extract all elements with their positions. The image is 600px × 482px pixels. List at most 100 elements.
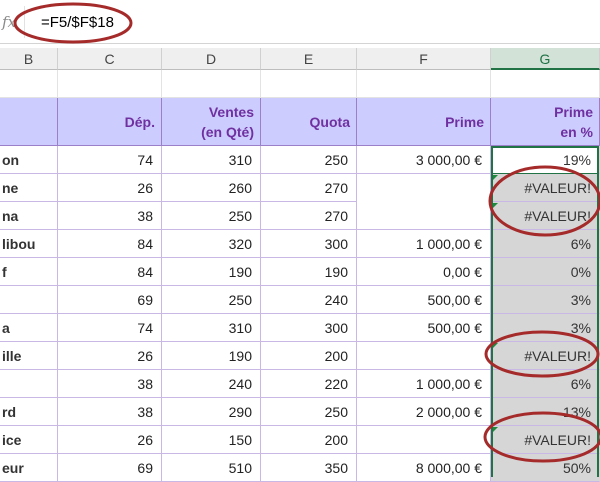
cell-name[interactable]: eur bbox=[0, 454, 58, 482]
cell-name[interactable]: on bbox=[0, 146, 58, 174]
cell-quota[interactable]: 250 bbox=[261, 398, 357, 426]
cell-quota[interactable]: 300 bbox=[261, 230, 357, 258]
cell-dep[interactable]: 26 bbox=[58, 174, 162, 202]
cell-quota[interactable]: 200 bbox=[261, 426, 357, 454]
cell-quota[interactable]: 220 bbox=[261, 370, 357, 398]
cell-name[interactable]: ne bbox=[0, 174, 58, 202]
cell-prime[interactable]: 0,00 € bbox=[357, 258, 491, 286]
cell-dep[interactable]: 69 bbox=[58, 454, 162, 482]
cell-quota[interactable]: 350 bbox=[261, 454, 357, 482]
cell-quota[interactable]: 190 bbox=[261, 258, 357, 286]
cell-prime[interactable] bbox=[357, 174, 491, 202]
cell-dep[interactable]: 38 bbox=[58, 202, 162, 230]
cell-ventes[interactable]: 250 bbox=[162, 202, 261, 230]
blank-cell[interactable] bbox=[491, 70, 600, 98]
cell-prime-pct[interactable]: #VALEUR! bbox=[491, 174, 600, 202]
blank-cell[interactable] bbox=[261, 70, 357, 98]
cell-prime-pct[interactable]: 0% bbox=[491, 258, 600, 286]
cell-dep[interactable]: 69 bbox=[58, 286, 162, 314]
cell-prime[interactable]: 3 000,00 € bbox=[357, 146, 491, 174]
cell-dep[interactable]: 74 bbox=[58, 146, 162, 174]
table-header-dep[interactable]: Dép. bbox=[58, 98, 162, 146]
cell-ventes[interactable]: 190 bbox=[162, 342, 261, 370]
cell-ventes[interactable]: 150 bbox=[162, 426, 261, 454]
cell-name[interactable] bbox=[0, 286, 58, 314]
cell-prime-pct[interactable]: #VALEUR! bbox=[491, 342, 600, 370]
header-quota-label: Quota bbox=[309, 113, 350, 130]
cell-prime-pct[interactable]: 3% bbox=[491, 314, 600, 342]
cell-prime-pct-active[interactable]: 19% bbox=[491, 146, 600, 174]
cell-quota[interactable]: 240 bbox=[261, 286, 357, 314]
column-header-b[interactable]: B bbox=[0, 48, 58, 70]
cell-prime[interactable] bbox=[357, 342, 491, 370]
column-header-e[interactable]: E bbox=[261, 48, 357, 70]
cell-dep[interactable]: 84 bbox=[58, 230, 162, 258]
formula-input[interactable]: =F5/$F$18 bbox=[41, 14, 114, 31]
cell-quota[interactable]: 250 bbox=[261, 146, 357, 174]
table-header-prime[interactable]: Prime bbox=[357, 98, 491, 146]
cell-prime-pct[interactable]: 13% bbox=[491, 398, 600, 426]
cell-prime[interactable]: 1 000,00 € bbox=[357, 230, 491, 258]
table-header-quota[interactable]: Quota bbox=[261, 98, 357, 146]
cell-quota[interactable]: 270 bbox=[261, 174, 357, 202]
cell-dep[interactable]: 84 bbox=[58, 258, 162, 286]
cell-name[interactable] bbox=[0, 370, 58, 398]
blank-cell[interactable] bbox=[58, 70, 162, 98]
cell-dep[interactable]: 38 bbox=[58, 398, 162, 426]
cell-quota[interactable]: 270 bbox=[261, 202, 357, 230]
cell-prime[interactable]: 500,00 € bbox=[357, 286, 491, 314]
cell-prime[interactable]: 2 000,00 € bbox=[357, 398, 491, 426]
cell-prime-pct[interactable]: #VALEUR! bbox=[491, 426, 600, 454]
cell-name[interactable]: na bbox=[0, 202, 58, 230]
cell-ventes[interactable]: 260 bbox=[162, 174, 261, 202]
cell-ventes[interactable]: 240 bbox=[162, 370, 261, 398]
cell-quota[interactable]: 300 bbox=[261, 314, 357, 342]
cell-ventes[interactable]: 250 bbox=[162, 286, 261, 314]
cell-ventes[interactable]: 310 bbox=[162, 314, 261, 342]
cell-name[interactable]: rd bbox=[0, 398, 58, 426]
cell-name[interactable]: ille bbox=[0, 342, 58, 370]
table-header-prime-pct[interactable]: Prime en % bbox=[491, 98, 600, 146]
column-header-c[interactable]: C bbox=[58, 48, 162, 70]
fx-icon[interactable]: fx bbox=[2, 13, 16, 31]
cell-prime-pct[interactable]: 3% bbox=[491, 286, 600, 314]
formula-bar-separator bbox=[24, 6, 25, 38]
cell-ventes[interactable]: 310 bbox=[162, 146, 261, 174]
cell-dep[interactable]: 74 bbox=[58, 314, 162, 342]
table-header-ventes[interactable]: Ventes (en Qté) bbox=[162, 98, 261, 146]
cell-name[interactable]: ice bbox=[0, 426, 58, 454]
header-ventes-line2: (en Qté) bbox=[201, 123, 254, 140]
selection-border-right bbox=[597, 146, 599, 477]
blank-cell[interactable] bbox=[162, 70, 261, 98]
cell-prime-pct[interactable]: 6% bbox=[491, 230, 600, 258]
cell-name[interactable]: f bbox=[0, 258, 58, 286]
cell-ventes[interactable]: 290 bbox=[162, 398, 261, 426]
column-header-d[interactable]: D bbox=[162, 48, 261, 70]
cell-ventes[interactable]: 510 bbox=[162, 454, 261, 482]
cell-name[interactable]: a bbox=[0, 314, 58, 342]
selection-border-left bbox=[491, 146, 493, 477]
cell-prime[interactable] bbox=[357, 202, 491, 230]
cell-ventes[interactable]: 320 bbox=[162, 230, 261, 258]
column-header-g[interactable]: G bbox=[491, 48, 600, 70]
cell-prime[interactable]: 1 000,00 € bbox=[357, 370, 491, 398]
cell-prime-pct[interactable]: #VALEUR! bbox=[491, 202, 600, 230]
active-cell-border bbox=[491, 173, 599, 174]
cell-prime[interactable] bbox=[357, 426, 491, 454]
cell-prime-pct[interactable]: 6% bbox=[491, 370, 600, 398]
header-ventes-line1: Ventes bbox=[208, 103, 254, 120]
cell-prime[interactable]: 500,00 € bbox=[357, 314, 491, 342]
cell-quota[interactable]: 200 bbox=[261, 342, 357, 370]
cell-dep[interactable]: 26 bbox=[58, 426, 162, 454]
cell-name[interactable]: libou bbox=[0, 230, 58, 258]
blank-cell[interactable] bbox=[0, 70, 58, 98]
selection-border-top bbox=[491, 146, 599, 148]
cell-ventes[interactable]: 190 bbox=[162, 258, 261, 286]
cell-prime[interactable]: 8 000,00 € bbox=[357, 454, 491, 482]
table-header-name[interactable] bbox=[0, 98, 58, 146]
cell-dep[interactable]: 26 bbox=[58, 342, 162, 370]
column-header-f[interactable]: F bbox=[357, 48, 491, 70]
cell-dep[interactable]: 38 bbox=[58, 370, 162, 398]
blank-cell[interactable] bbox=[357, 70, 491, 98]
cell-prime-pct[interactable]: 50% bbox=[491, 454, 600, 482]
